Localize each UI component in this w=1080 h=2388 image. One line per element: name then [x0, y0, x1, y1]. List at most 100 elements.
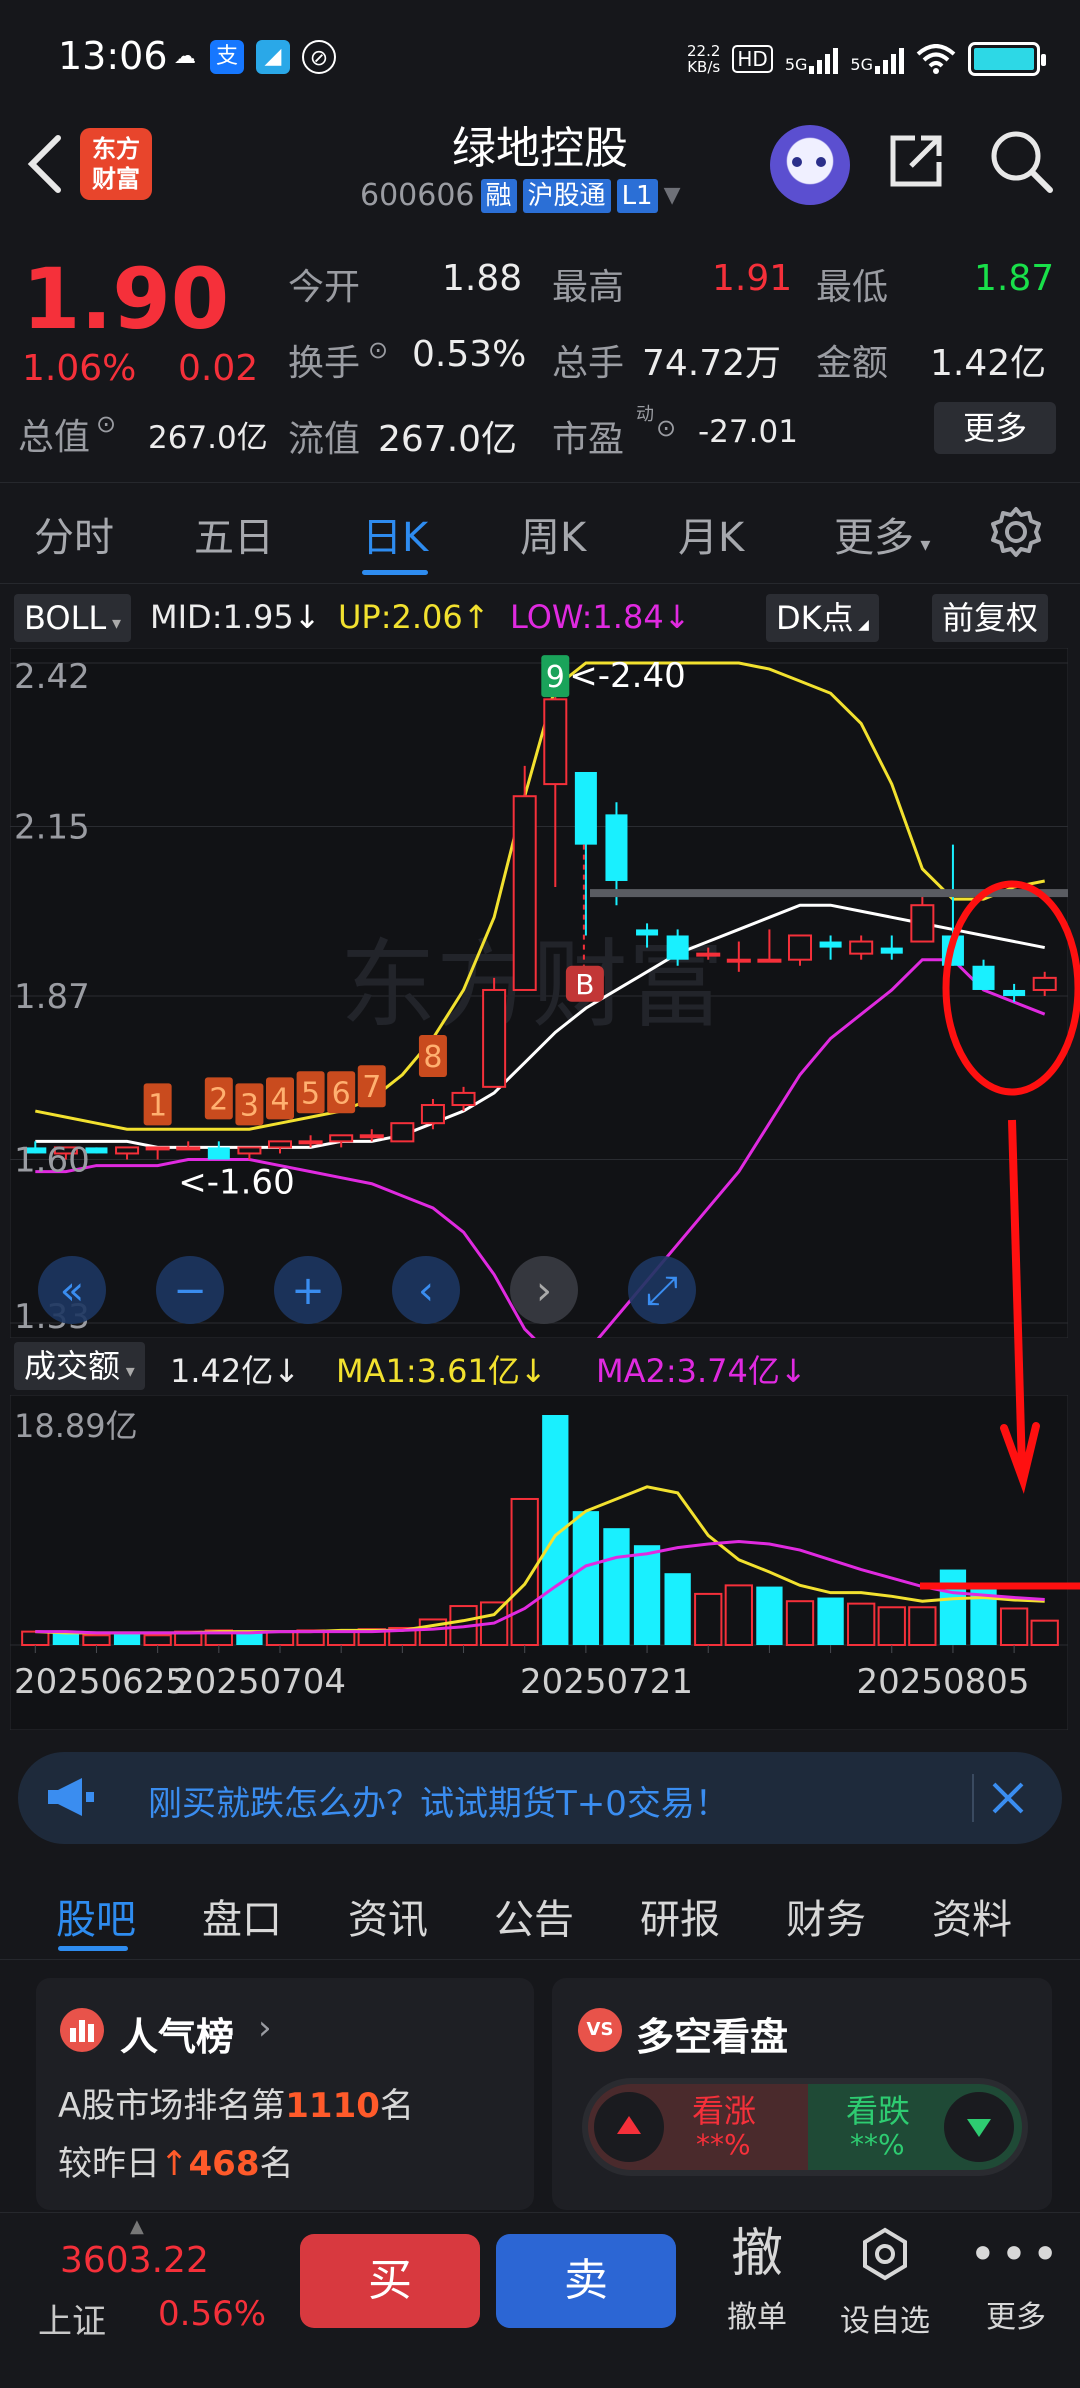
- candle-body: [787, 934, 813, 961]
- dk-point-button[interactable]: DK点 ◢: [766, 594, 879, 642]
- market-cap-label: 总值: [18, 417, 91, 458]
- fullscreen-icon-glyph: ⤢: [646, 1268, 678, 1314]
- bear-down-icon[interactable]: [944, 2092, 1014, 2162]
- candle-body: [176, 1146, 201, 1151]
- signal-icon: 5G: [785, 44, 839, 74]
- bull-up-icon[interactable]: [594, 2092, 664, 2162]
- search-icon[interactable]: [988, 128, 1054, 194]
- more-quote-button[interactable]: 更多: [934, 402, 1056, 454]
- volume-chart[interactable]: 18.89亿2025062520250704 20250721 20250805: [10, 1395, 1068, 1730]
- buy-button[interactable]: 买: [300, 2234, 480, 2328]
- sell-button[interactable]: 卖: [496, 2234, 676, 2328]
- high-label: 最高: [552, 267, 625, 308]
- high-annotation: <-2.40: [569, 656, 685, 696]
- low-annotation: <-1.60: [178, 1163, 294, 1203]
- volume-amount: 1.42亿↓: [170, 1352, 301, 1390]
- tab-guba[interactable]: 股吧: [56, 1887, 136, 1945]
- indicator-select[interactable]: BOLL ▾: [14, 594, 131, 642]
- kline-chart[interactable]: 东方财富2.422.151.871.601.33123456789<-2.40<…: [10, 648, 1068, 1338]
- low-label: 最低: [816, 267, 889, 308]
- candle-body: [267, 1140, 293, 1149]
- more-actions-button[interactable]: ••• 更多: [968, 2222, 1064, 2336]
- nine-turn-label: 7: [362, 1070, 381, 1105]
- candle-body: [666, 935, 689, 960]
- bull-bear-card[interactable]: VS 多空看盘 看涨 **% 看跌 **%: [552, 1978, 1052, 2210]
- tab-announcements[interactable]: 公告: [494, 1887, 574, 1945]
- candle-body: [757, 958, 782, 963]
- wifi-icon: [916, 44, 956, 74]
- volume-bar: [143, 1634, 172, 1647]
- alipay-icon: 支: [210, 40, 244, 74]
- scroll-left-icon-glyph: «: [60, 1268, 84, 1314]
- volume-bar: [664, 1573, 691, 1645]
- volume-bar: [785, 1600, 815, 1646]
- info-icon[interactable]: ⊙: [656, 414, 676, 442]
- vs-icon: VS: [578, 2008, 622, 2052]
- turnover-label: 换手: [288, 343, 361, 384]
- volume-bar: [603, 1528, 630, 1645]
- candle-body: [420, 1104, 445, 1125]
- high-value: 1.91: [712, 258, 793, 299]
- index-name: 上证: [38, 2302, 106, 2342]
- tab-more[interactable]: 更多 ▾: [834, 505, 930, 563]
- candle-body: [849, 940, 874, 955]
- volume-bar: [572, 1511, 600, 1645]
- active-tab-indicator: [362, 570, 428, 575]
- candle-body: [298, 1140, 323, 1145]
- chevron-right-icon: ›: [258, 2008, 272, 2048]
- tab-pankou[interactable]: 盘口: [202, 1887, 282, 1945]
- status-time: 13:06: [58, 34, 168, 78]
- volume-bar: [633, 1545, 661, 1645]
- assistant-robot-icon[interactable]: [770, 125, 850, 205]
- candle-body: [574, 771, 597, 845]
- watchlist-icon: [863, 2227, 907, 2281]
- x-tick-label: 20250625: [14, 1662, 187, 1702]
- ad-banner[interactable]: 刚买就跌怎么办？试试期货T+0交易！: [18, 1752, 1062, 1844]
- settings-gear-icon[interactable]: [990, 506, 1042, 558]
- volume-ma2: MA2:3.74亿↓: [596, 1352, 807, 1390]
- close-icon[interactable]: [990, 1780, 1026, 1816]
- share-icon[interactable]: [885, 130, 947, 192]
- candle-body: [359, 1134, 384, 1139]
- candle-body: [880, 947, 903, 954]
- index-value[interactable]: 3603.22: [60, 2240, 209, 2281]
- tab-five-day[interactable]: 五日: [194, 505, 274, 563]
- app-notification-icon: ⊘: [302, 40, 336, 74]
- level-tag: L1: [616, 178, 658, 213]
- chevron-down-icon: ▼: [663, 183, 681, 208]
- status-bar: 13:06 ☁ 支 ◢ ⊘ 22.2 KB/s HD 5G 5G: [0, 0, 1080, 115]
- stock-code-row[interactable]: 600606 融 沪股通 L1 ▼: [360, 178, 681, 213]
- tab-news[interactable]: 资讯: [348, 1887, 428, 1945]
- ad-text: 刚买就跌怎么办？试试期货T+0交易！: [148, 1784, 729, 1824]
- cancel-order-icon: 撤: [730, 2224, 783, 2284]
- info-icon[interactable]: ⊙: [368, 336, 388, 364]
- tab-research[interactable]: 研报: [640, 1887, 720, 1945]
- popularity-card[interactable]: 人气榜 › A股市场排名第1110名 较昨日↑468名: [36, 1978, 534, 2210]
- tab-intraday[interactable]: 分时: [34, 505, 114, 563]
- pe-value: -27.01: [698, 414, 798, 450]
- amount-label: 金额: [816, 343, 889, 384]
- tab-weekly-k[interactable]: 周K: [520, 505, 586, 563]
- cancel-order-button[interactable]: 撤 撤单: [712, 2222, 802, 2336]
- signal-icon: 5G: [850, 44, 904, 74]
- active-tab-indicator: [58, 1946, 128, 1951]
- tab-monthly-k[interactable]: 月K: [678, 505, 744, 563]
- margin-tag: 融: [480, 178, 517, 213]
- chevron-up-icon[interactable]: ▲: [130, 2216, 144, 2237]
- volume-indicator-select[interactable]: 成交额 ▾: [14, 1342, 145, 1390]
- tab-daily-k[interactable]: 日K: [362, 505, 428, 563]
- tab-profile[interactable]: 资料: [932, 1887, 1012, 1945]
- megaphone-icon: [48, 1778, 94, 1816]
- add-watchlist-button[interactable]: 设自选: [840, 2222, 930, 2340]
- candle-body: [237, 1146, 262, 1155]
- adjust-mode-button[interactable]: 前复权: [932, 594, 1049, 642]
- app-notification-icon: ◢: [256, 40, 290, 74]
- pe-label: 市盈: [552, 419, 625, 460]
- tab-finance[interactable]: 财务: [786, 1887, 866, 1945]
- volume-bar: [847, 1602, 876, 1647]
- current-price: 1.90: [22, 250, 230, 348]
- info-icon[interactable]: ⊙: [96, 410, 116, 438]
- volume-bar: [817, 1597, 844, 1645]
- y-tick-label: 2.42: [14, 657, 90, 697]
- y-tick-label: 1.60: [14, 1141, 90, 1181]
